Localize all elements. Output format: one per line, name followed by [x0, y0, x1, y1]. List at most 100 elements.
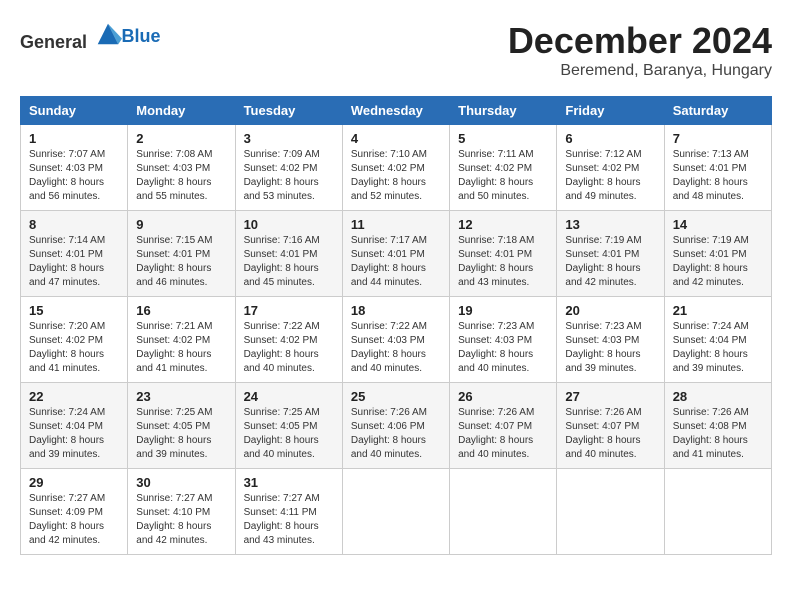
- day-number: 15: [29, 303, 119, 318]
- header-tuesday: Tuesday: [235, 97, 342, 125]
- day-number: 16: [136, 303, 226, 318]
- calendar-cell: 20 Sunrise: 7:23 AM Sunset: 4:03 PM Dayl…: [557, 297, 664, 383]
- day-info: Sunrise: 7:26 AM Sunset: 4:07 PM Dayligh…: [458, 406, 548, 462]
- header-sunday: Sunday: [21, 97, 128, 125]
- calendar-cell: 10 Sunrise: 7:16 AM Sunset: 4:01 PM Dayl…: [235, 211, 342, 297]
- day-number: 1: [29, 131, 119, 146]
- calendar-cell: 2 Sunrise: 7:08 AM Sunset: 4:03 PM Dayli…: [128, 125, 235, 211]
- calendar-cell: 6 Sunrise: 7:12 AM Sunset: 4:02 PM Dayli…: [557, 125, 664, 211]
- day-number: 22: [29, 389, 119, 404]
- day-number: 6: [565, 131, 655, 146]
- calendar-cell: 1 Sunrise: 7:07 AM Sunset: 4:03 PM Dayli…: [21, 125, 128, 211]
- calendar-cell: 8 Sunrise: 7:14 AM Sunset: 4:01 PM Dayli…: [21, 211, 128, 297]
- day-number: 9: [136, 217, 226, 232]
- day-info: Sunrise: 7:25 AM Sunset: 4:05 PM Dayligh…: [136, 406, 226, 462]
- day-number: 13: [565, 217, 655, 232]
- day-number: 17: [244, 303, 334, 318]
- day-number: 18: [351, 303, 441, 318]
- calendar-cell: [664, 469, 771, 555]
- calendar-cell: 22 Sunrise: 7:24 AM Sunset: 4:04 PM Dayl…: [21, 383, 128, 469]
- calendar-cell: 26 Sunrise: 7:26 AM Sunset: 4:07 PM Dayl…: [450, 383, 557, 469]
- month-year-title: December 2024: [508, 20, 772, 62]
- day-number: 25: [351, 389, 441, 404]
- calendar-cell: 5 Sunrise: 7:11 AM Sunset: 4:02 PM Dayli…: [450, 125, 557, 211]
- day-info: Sunrise: 7:08 AM Sunset: 4:03 PM Dayligh…: [136, 148, 226, 204]
- day-info: Sunrise: 7:26 AM Sunset: 4:07 PM Dayligh…: [565, 406, 655, 462]
- day-info: Sunrise: 7:20 AM Sunset: 4:02 PM Dayligh…: [29, 320, 119, 376]
- day-number: 30: [136, 475, 226, 490]
- logo-blue: Blue: [122, 26, 161, 46]
- day-info: Sunrise: 7:25 AM Sunset: 4:05 PM Dayligh…: [244, 406, 334, 462]
- day-info: Sunrise: 7:24 AM Sunset: 4:04 PM Dayligh…: [673, 320, 763, 376]
- day-number: 26: [458, 389, 548, 404]
- calendar-cell: 28 Sunrise: 7:26 AM Sunset: 4:08 PM Dayl…: [664, 383, 771, 469]
- calendar-cell: 18 Sunrise: 7:22 AM Sunset: 4:03 PM Dayl…: [342, 297, 449, 383]
- calendar-cell: [450, 469, 557, 555]
- header-monday: Monday: [128, 97, 235, 125]
- title-area: December 2024 Beremend, Baranya, Hungary: [508, 20, 772, 80]
- calendar-week-row: 8 Sunrise: 7:14 AM Sunset: 4:01 PM Dayli…: [21, 211, 772, 297]
- calendar-table: Sunday Monday Tuesday Wednesday Thursday…: [20, 96, 772, 555]
- calendar-cell: 19 Sunrise: 7:23 AM Sunset: 4:03 PM Dayl…: [450, 297, 557, 383]
- day-info: Sunrise: 7:26 AM Sunset: 4:08 PM Dayligh…: [673, 406, 763, 462]
- calendar-cell: 25 Sunrise: 7:26 AM Sunset: 4:06 PM Dayl…: [342, 383, 449, 469]
- header-wednesday: Wednesday: [342, 97, 449, 125]
- day-number: 29: [29, 475, 119, 490]
- day-info: Sunrise: 7:13 AM Sunset: 4:01 PM Dayligh…: [673, 148, 763, 204]
- day-number: 27: [565, 389, 655, 404]
- day-number: 2: [136, 131, 226, 146]
- calendar-cell: 30 Sunrise: 7:27 AM Sunset: 4:10 PM Dayl…: [128, 469, 235, 555]
- day-number: 23: [136, 389, 226, 404]
- day-number: 4: [351, 131, 441, 146]
- logo: General Blue: [20, 20, 161, 53]
- page-header: General Blue December 2024 Beremend, Bar…: [20, 20, 772, 80]
- day-number: 12: [458, 217, 548, 232]
- day-info: Sunrise: 7:19 AM Sunset: 4:01 PM Dayligh…: [673, 234, 763, 290]
- day-number: 11: [351, 217, 441, 232]
- day-number: 24: [244, 389, 334, 404]
- day-number: 31: [244, 475, 334, 490]
- day-number: 20: [565, 303, 655, 318]
- calendar-cell: 15 Sunrise: 7:20 AM Sunset: 4:02 PM Dayl…: [21, 297, 128, 383]
- day-info: Sunrise: 7:27 AM Sunset: 4:11 PM Dayligh…: [244, 492, 334, 548]
- day-info: Sunrise: 7:19 AM Sunset: 4:01 PM Dayligh…: [565, 234, 655, 290]
- calendar-cell: 7 Sunrise: 7:13 AM Sunset: 4:01 PM Dayli…: [664, 125, 771, 211]
- location-title: Beremend, Baranya, Hungary: [508, 62, 772, 80]
- calendar-cell: 13 Sunrise: 7:19 AM Sunset: 4:01 PM Dayl…: [557, 211, 664, 297]
- day-number: 7: [673, 131, 763, 146]
- day-info: Sunrise: 7:11 AM Sunset: 4:02 PM Dayligh…: [458, 148, 548, 204]
- calendar-header-row: Sunday Monday Tuesday Wednesday Thursday…: [21, 97, 772, 125]
- day-info: Sunrise: 7:16 AM Sunset: 4:01 PM Dayligh…: [244, 234, 334, 290]
- calendar-cell: [557, 469, 664, 555]
- day-info: Sunrise: 7:21 AM Sunset: 4:02 PM Dayligh…: [136, 320, 226, 376]
- calendar-cell: 3 Sunrise: 7:09 AM Sunset: 4:02 PM Dayli…: [235, 125, 342, 211]
- calendar-cell: 24 Sunrise: 7:25 AM Sunset: 4:05 PM Dayl…: [235, 383, 342, 469]
- day-number: 3: [244, 131, 334, 146]
- header-thursday: Thursday: [450, 97, 557, 125]
- day-info: Sunrise: 7:09 AM Sunset: 4:02 PM Dayligh…: [244, 148, 334, 204]
- day-number: 21: [673, 303, 763, 318]
- logo-general: General: [20, 32, 87, 52]
- header-saturday: Saturday: [664, 97, 771, 125]
- calendar-cell: 4 Sunrise: 7:10 AM Sunset: 4:02 PM Dayli…: [342, 125, 449, 211]
- day-info: Sunrise: 7:27 AM Sunset: 4:10 PM Dayligh…: [136, 492, 226, 548]
- day-number: 14: [673, 217, 763, 232]
- day-number: 28: [673, 389, 763, 404]
- calendar-cell: 23 Sunrise: 7:25 AM Sunset: 4:05 PM Dayl…: [128, 383, 235, 469]
- day-info: Sunrise: 7:17 AM Sunset: 4:01 PM Dayligh…: [351, 234, 441, 290]
- calendar-cell: 9 Sunrise: 7:15 AM Sunset: 4:01 PM Dayli…: [128, 211, 235, 297]
- calendar-week-row: 15 Sunrise: 7:20 AM Sunset: 4:02 PM Dayl…: [21, 297, 772, 383]
- day-info: Sunrise: 7:14 AM Sunset: 4:01 PM Dayligh…: [29, 234, 119, 290]
- calendar-cell: [342, 469, 449, 555]
- day-info: Sunrise: 7:26 AM Sunset: 4:06 PM Dayligh…: [351, 406, 441, 462]
- calendar-cell: 31 Sunrise: 7:27 AM Sunset: 4:11 PM Dayl…: [235, 469, 342, 555]
- day-info: Sunrise: 7:22 AM Sunset: 4:02 PM Dayligh…: [244, 320, 334, 376]
- day-number: 19: [458, 303, 548, 318]
- day-info: Sunrise: 7:24 AM Sunset: 4:04 PM Dayligh…: [29, 406, 119, 462]
- day-info: Sunrise: 7:07 AM Sunset: 4:03 PM Dayligh…: [29, 148, 119, 204]
- day-info: Sunrise: 7:23 AM Sunset: 4:03 PM Dayligh…: [458, 320, 548, 376]
- calendar-cell: 29 Sunrise: 7:27 AM Sunset: 4:09 PM Dayl…: [21, 469, 128, 555]
- calendar-week-row: 29 Sunrise: 7:27 AM Sunset: 4:09 PM Dayl…: [21, 469, 772, 555]
- day-info: Sunrise: 7:27 AM Sunset: 4:09 PM Dayligh…: [29, 492, 119, 548]
- day-info: Sunrise: 7:22 AM Sunset: 4:03 PM Dayligh…: [351, 320, 441, 376]
